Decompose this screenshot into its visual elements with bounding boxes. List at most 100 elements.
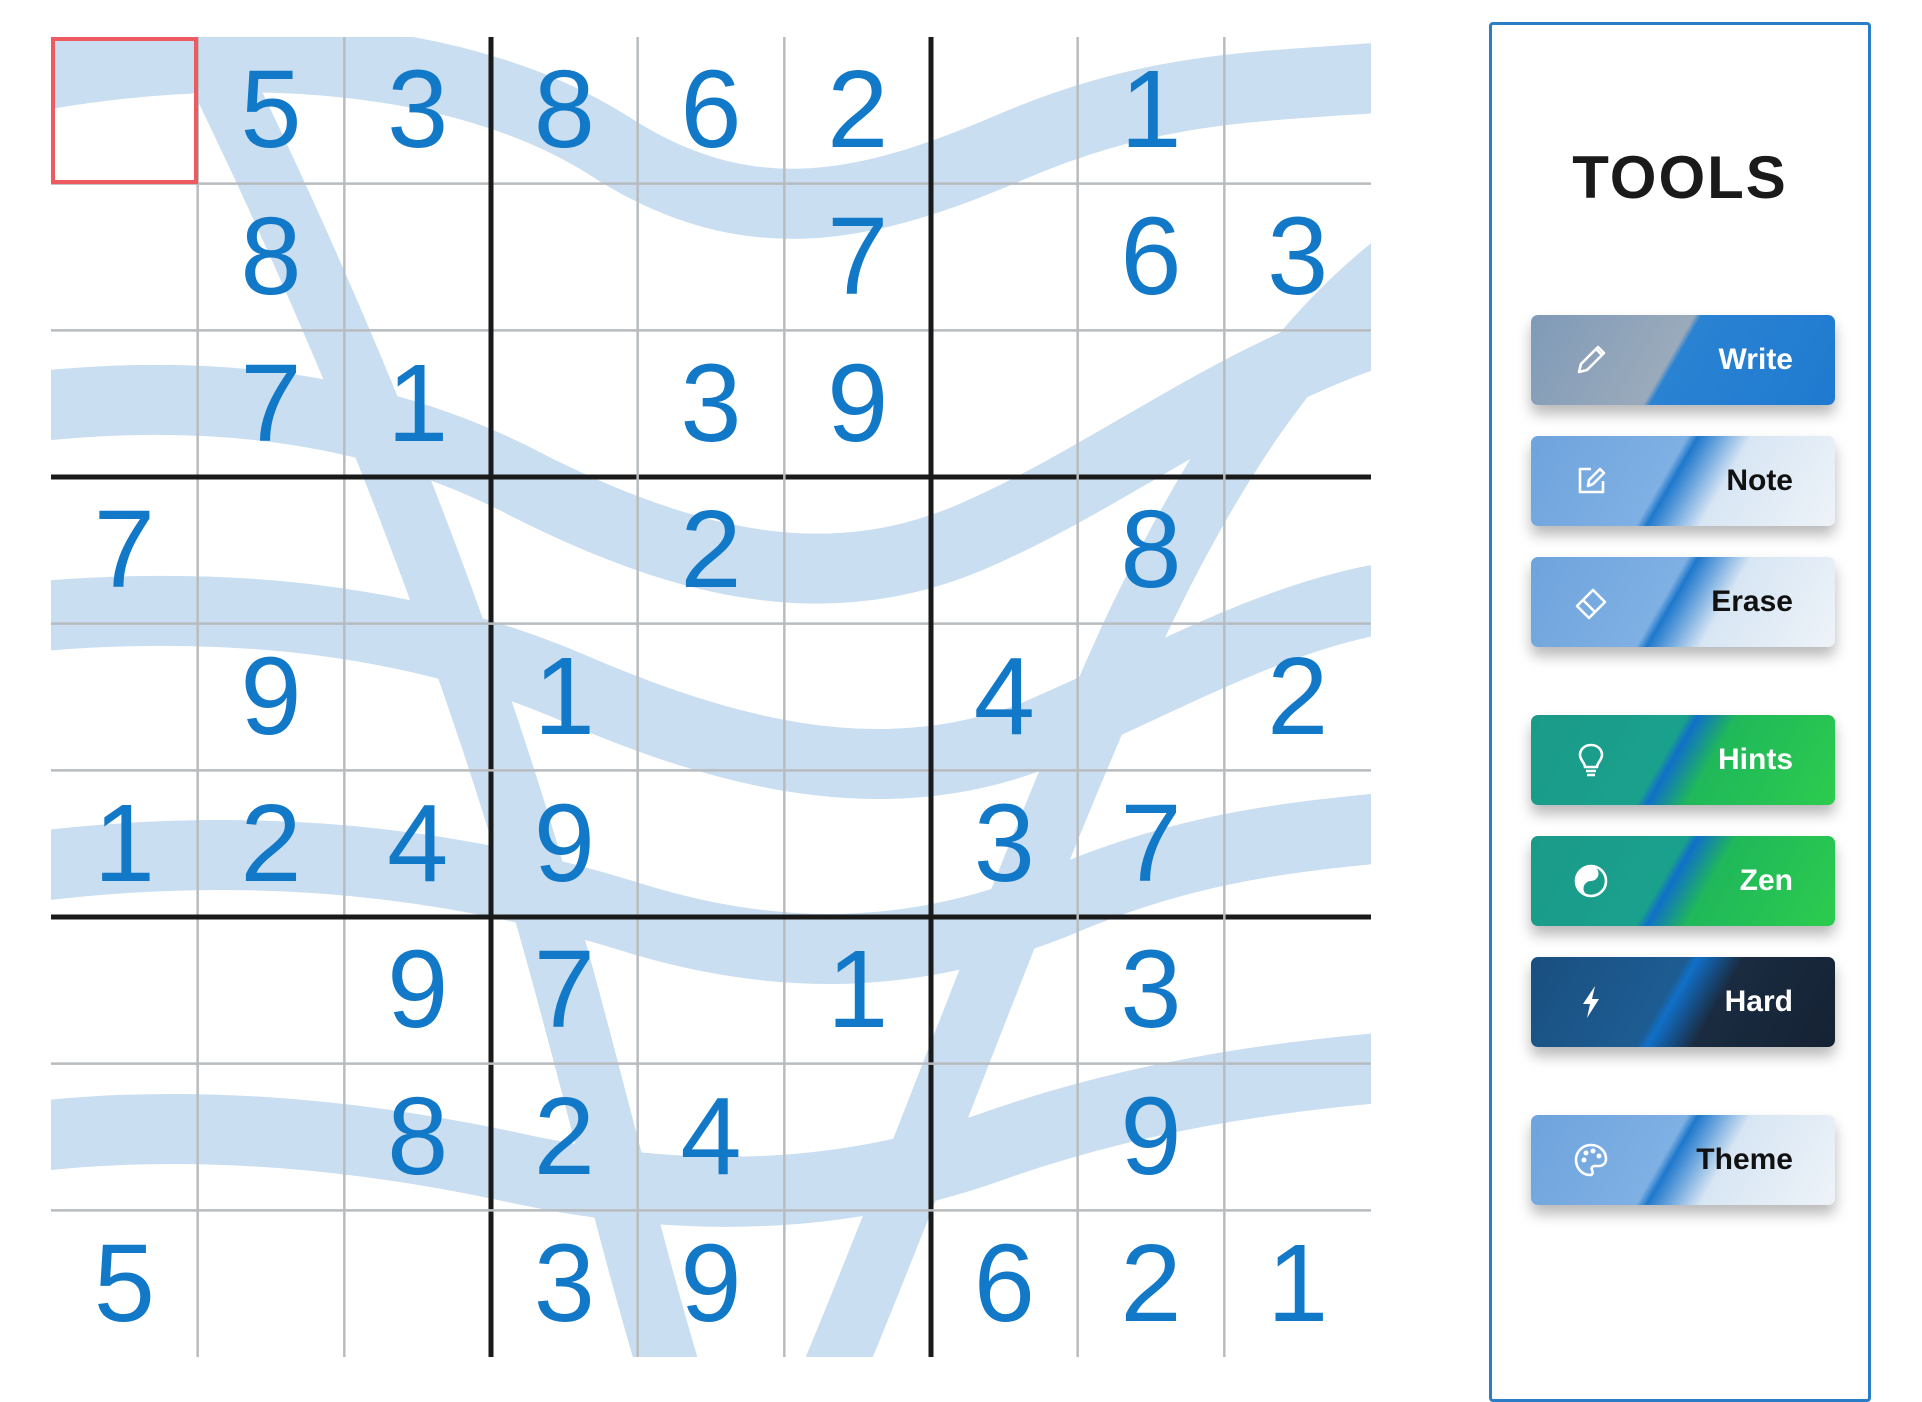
note-edit-icon [1578, 467, 1606, 494]
palette-icon [1574, 1143, 1608, 1177]
sudoku-cell[interactable] [51, 624, 198, 771]
sudoku-cell[interactable] [198, 477, 345, 624]
lightbulb-icon [1578, 743, 1604, 777]
sudoku-cell[interactable] [638, 770, 785, 917]
sudoku-cell[interactable]: 2 [784, 37, 931, 184]
sudoku-cell[interactable]: 8 [198, 184, 345, 331]
sudoku-cell[interactable]: 9 [491, 770, 638, 917]
sudoku-cell[interactable] [931, 37, 1078, 184]
sudoku-cell[interactable] [1078, 330, 1225, 477]
sudoku-cell[interactable]: 7 [1078, 770, 1225, 917]
sudoku-cell[interactable] [638, 624, 785, 771]
sudoku-cell[interactable] [931, 1064, 1078, 1211]
sudoku-cell[interactable] [198, 1064, 345, 1211]
erase-button-label: Erase [1711, 585, 1793, 618]
sudoku-cell[interactable] [198, 917, 345, 1064]
sudoku-cell[interactable]: 1 [491, 624, 638, 771]
sudoku-cell[interactable]: 1 [51, 770, 198, 917]
hard-button[interactable]: Hard [1531, 957, 1835, 1047]
sudoku-cell[interactable] [931, 330, 1078, 477]
selected-cell[interactable] [51, 37, 198, 184]
sudoku-cell[interactable] [51, 917, 198, 1064]
sudoku-cell[interactable]: 1 [784, 917, 931, 1064]
sudoku-cell[interactable] [784, 770, 931, 917]
sudoku-cell[interactable] [344, 184, 491, 331]
sudoku-cell[interactable]: 7 [198, 330, 345, 477]
sudoku-cell[interactable]: 6 [638, 37, 785, 184]
sudoku-cell[interactable]: 2 [198, 770, 345, 917]
zen-button-label: Zen [1739, 864, 1793, 897]
sudoku-cell[interactable]: 9 [344, 917, 491, 1064]
note-button[interactable]: Note [1531, 436, 1835, 526]
sudoku-cell[interactable] [1078, 624, 1225, 771]
sudoku-cell[interactable] [784, 1064, 931, 1211]
sudoku-cell[interactable] [344, 1210, 491, 1357]
sudoku-cell[interactable] [344, 477, 491, 624]
sudoku-cell[interactable]: 2 [491, 1064, 638, 1211]
sudoku-cell[interactable] [51, 1064, 198, 1211]
sudoku-cell[interactable] [931, 477, 1078, 624]
sudoku-cell[interactable] [784, 1210, 931, 1357]
sudoku-cell[interactable]: 2 [1224, 624, 1371, 771]
write-button[interactable]: Write [1531, 315, 1835, 405]
sudoku-cell[interactable]: 1 [1224, 1210, 1371, 1357]
note-button-label: Note [1726, 464, 1793, 497]
sudoku-cell[interactable]: 4 [638, 1064, 785, 1211]
sudoku-cell[interactable]: 5 [198, 37, 345, 184]
sudoku-cell[interactable]: 8 [344, 1064, 491, 1211]
sudoku-cell[interactable] [1224, 1064, 1371, 1211]
eraser-icon [1575, 588, 1607, 620]
sudoku-cell[interactable]: 3 [931, 770, 1078, 917]
sudoku-cell[interactable]: 9 [198, 624, 345, 771]
erase-button[interactable]: Erase [1531, 557, 1835, 647]
sudoku-cell[interactable] [1224, 330, 1371, 477]
sudoku-cell[interactable]: 1 [344, 330, 491, 477]
sudoku-cell[interactable] [638, 184, 785, 331]
zen-button[interactable]: Zen [1531, 836, 1835, 926]
sudoku-cell[interactable]: 2 [638, 477, 785, 624]
sudoku-cell[interactable] [51, 184, 198, 331]
sudoku-cell[interactable] [1224, 917, 1371, 1064]
sudoku-cell[interactable] [51, 330, 198, 477]
sudoku-cell[interactable] [638, 917, 785, 1064]
sudoku-cell[interactable] [344, 624, 491, 771]
sudoku-cell[interactable] [491, 477, 638, 624]
lightning-icon [1583, 986, 1599, 1018]
sudoku-cell[interactable]: 5 [51, 1210, 198, 1357]
sudoku-cell[interactable]: 9 [638, 1210, 785, 1357]
sudoku-cell[interactable]: 3 [344, 37, 491, 184]
sudoku-cell[interactable] [931, 917, 1078, 1064]
sudoku-cell[interactable] [1224, 37, 1371, 184]
sudoku-cell[interactable] [1224, 477, 1371, 624]
sudoku-cell[interactable]: 7 [51, 477, 198, 624]
sudoku-cell[interactable] [784, 624, 931, 771]
sudoku-cell[interactable] [491, 330, 638, 477]
sudoku-cell[interactable] [491, 184, 638, 331]
sudoku-cell[interactable]: 4 [344, 770, 491, 917]
sudoku-cell[interactable]: 3 [1078, 917, 1225, 1064]
sudoku-cell[interactable]: 2 [1078, 1210, 1225, 1357]
sudoku-cell[interactable]: 9 [1078, 1064, 1225, 1211]
sudoku-cell[interactable]: 1 [1078, 37, 1225, 184]
hints-button[interactable]: Hints [1531, 715, 1835, 805]
pencil-icon [1577, 345, 1606, 374]
sudoku-cell[interactable]: 7 [784, 184, 931, 331]
sudoku-cell[interactable]: 7 [491, 917, 638, 1064]
sudoku-cell[interactable]: 8 [1078, 477, 1225, 624]
sudoku-cell[interactable] [931, 184, 1078, 331]
sudoku-cell[interactable]: 6 [1078, 184, 1225, 331]
sudoku-cell[interactable] [1224, 770, 1371, 917]
sudoku-cell[interactable]: 3 [491, 1210, 638, 1357]
sudoku-cell[interactable] [784, 477, 931, 624]
sudoku-cell[interactable]: 9 [784, 330, 931, 477]
sudoku-cell[interactable] [198, 1210, 345, 1357]
sudoku-cell[interactable]: 4 [931, 624, 1078, 771]
sudoku-cell[interactable]: 3 [638, 330, 785, 477]
yin-yang-icon [1574, 864, 1608, 898]
theme-button[interactable]: Theme [1531, 1115, 1835, 1205]
tools-title: TOOLS [1572, 144, 1788, 211]
sudoku-cell[interactable]: 8 [491, 37, 638, 184]
sudoku-cell[interactable]: 6 [931, 1210, 1078, 1357]
sudoku-cell[interactable]: 3 [1224, 184, 1371, 331]
board-area: 5386218763713972891421249379713824953962… [0, 0, 1420, 1376]
